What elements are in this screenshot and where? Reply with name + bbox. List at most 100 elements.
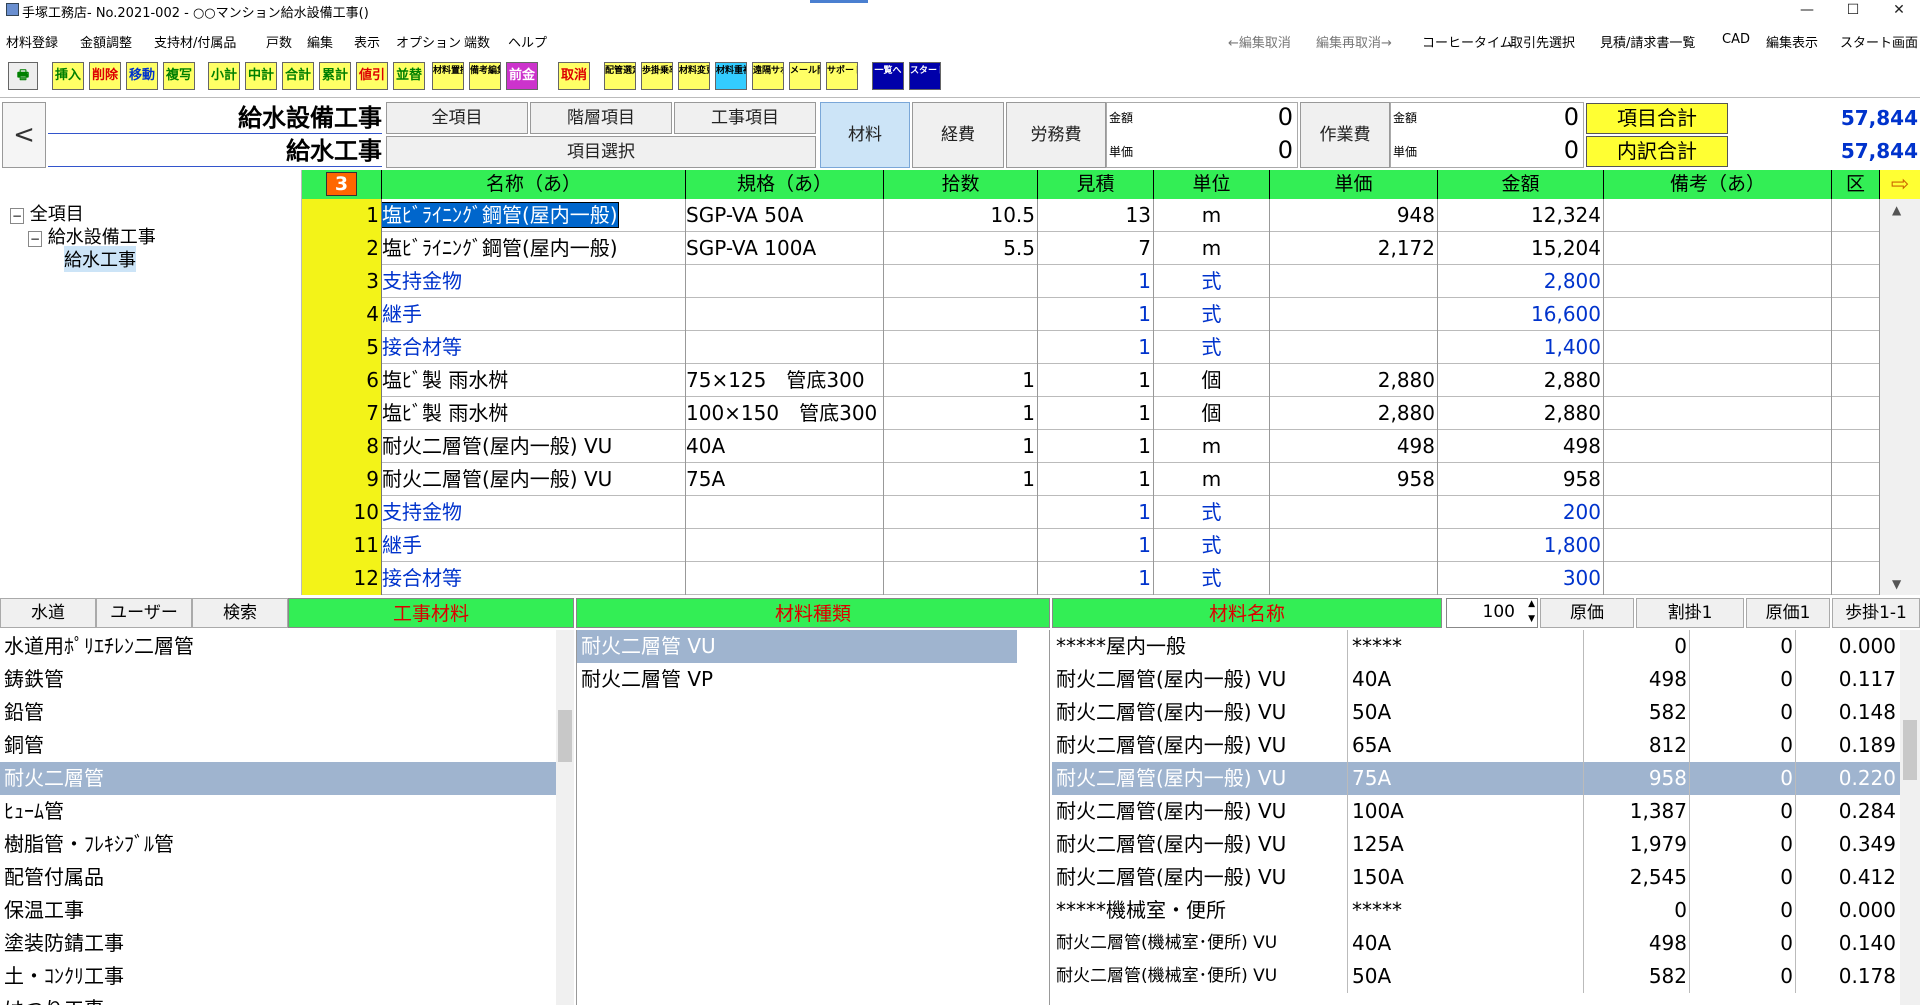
column-header[interactable]: 規格（あ） — [686, 170, 884, 199]
spinner-up-icon[interactable]: ▲ — [1528, 599, 1535, 609]
cell-unit[interactable]: m — [1154, 463, 1270, 496]
cell-name[interactable]: 塩ﾋﾞﾗｲﾆﾝｸﾞ鋼管(屋内一般) — [382, 199, 686, 232]
cell-kbn[interactable] — [1832, 364, 1880, 397]
cumulative-button[interactable]: 累計 — [319, 62, 351, 90]
cell-note[interactable] — [1604, 265, 1832, 298]
menu-item-right[interactable]: 見積/請求書一覧 — [1600, 32, 1695, 51]
total-button[interactable]: 合計 — [282, 62, 314, 90]
cell-kbn[interactable] — [1832, 298, 1880, 331]
table-row[interactable]: 8 耐火二層管(屋内一般) VU 40A 1 1 m 498 498 — [302, 430, 1880, 463]
cell-kbn[interactable] — [1832, 430, 1880, 463]
row-number[interactable]: 7 — [302, 397, 382, 430]
column-header[interactable]: 備考（あ） — [1604, 170, 1832, 199]
table-row[interactable]: 3 支持金物 1 式 2,800 — [302, 265, 1880, 298]
cell-unit[interactable]: m — [1154, 199, 1270, 232]
floor-items-button[interactable]: 階層項目 — [530, 102, 672, 134]
category-item[interactable]: 配管付属品 — [0, 861, 556, 894]
column-header[interactable]: 単位 — [1154, 170, 1270, 199]
note-edit-button[interactable]: 備考編集 — [469, 62, 501, 90]
cell-name[interactable]: 接合材等 — [382, 562, 686, 595]
cell-name[interactable]: 耐火二層管(屋内一般) VU — [382, 463, 686, 496]
cell-note[interactable] — [1604, 430, 1832, 463]
material-row[interactable]: 耐火二層管(屋内一般) VU 50A 582 0 0.148 — [1052, 696, 1900, 729]
tab-material[interactable]: 材料 — [820, 102, 910, 168]
category-item[interactable]: はつり工事 — [0, 993, 556, 1005]
close-button[interactable]: ✕ — [1876, 0, 1920, 20]
cell-price[interactable] — [1270, 562, 1438, 595]
table-row[interactable]: 4 継手 1 式 16,600 — [302, 298, 1880, 331]
menu-item[interactable]: 端数 — [464, 32, 490, 51]
table-row[interactable]: 11 継手 1 式 1,800 — [302, 529, 1880, 562]
material-row[interactable]: 耐火二層管(屋内一般) VU 40A 498 0 0.117 — [1052, 663, 1900, 696]
menu-item-right[interactable]: 編集再取消→ — [1316, 32, 1392, 51]
cell-est[interactable]: 1 — [1038, 265, 1154, 298]
maximize-button[interactable]: ☐ — [1830, 0, 1876, 20]
tab-expense[interactable]: 経費 — [912, 102, 1004, 168]
tab-search[interactable]: 検索 — [192, 598, 288, 628]
cell-note[interactable] — [1604, 331, 1832, 364]
cell-price[interactable]: 2,172 — [1270, 232, 1438, 265]
cell-spec[interactable]: SGP-VA 50A — [686, 199, 884, 232]
menu-item-right[interactable]: CAD — [1722, 32, 1750, 47]
col-cost1[interactable]: 原価1 — [1746, 598, 1830, 628]
cell-count[interactable]: 1 — [884, 463, 1038, 496]
category-item[interactable]: 塗装防錆工事 — [0, 927, 556, 960]
tree-leaf[interactable]: 給水工事 — [64, 246, 136, 272]
mail-contact-button[interactable]: メール問合せ — [789, 62, 821, 90]
category-item[interactable]: 樹脂管・ﾌﾚｷｼﾌﾞﾙ管 — [0, 828, 556, 861]
grid-corner-icon[interactable]: 3 — [302, 170, 382, 199]
material-change-button[interactable]: 材料変更 — [678, 62, 710, 90]
type-list[interactable]: 耐火二層管 VU 耐火二層管 VP — [576, 630, 1050, 1005]
cell-name[interactable]: 継手 — [382, 298, 686, 331]
cell-kbn[interactable] — [1832, 199, 1880, 232]
cell-est[interactable]: 1 — [1038, 496, 1154, 529]
menu-item-right[interactable]: スタート画面 — [1840, 32, 1918, 51]
row-number[interactable]: 2 — [302, 232, 382, 265]
collapse-icon[interactable]: − — [28, 231, 43, 247]
material-row[interactable]: 耐火二層管(屋内一般) VU 65A 812 0 0.189 — [1052, 729, 1900, 762]
cell-kbn[interactable] — [1832, 562, 1880, 595]
cell-note[interactable] — [1604, 397, 1832, 430]
cell-count[interactable]: 1 — [884, 430, 1038, 463]
column-header[interactable]: 見積 — [1038, 170, 1154, 199]
cell-price[interactable]: 2,880 — [1270, 397, 1438, 430]
table-row[interactable]: 1 塩ﾋﾞﾗｲﾆﾝｸﾞ鋼管(屋内一般) SGP-VA 50A 10.5 13 m 948 12… — [302, 199, 1880, 232]
row-number[interactable]: 5 — [302, 331, 382, 364]
category-item[interactable]: 鉛管 — [0, 696, 556, 729]
cell-count[interactable] — [884, 496, 1038, 529]
cell-price[interactable]: 948 — [1270, 199, 1438, 232]
category-item[interactable]: 鋳鉄管 — [0, 663, 556, 696]
category-item[interactable]: 土・ｺﾝｸﾘ工事 — [0, 960, 556, 993]
column-header[interactable]: 拾数 — [884, 170, 1038, 199]
column-header[interactable]: 名称（あ） — [382, 170, 686, 199]
support-site-button[interactable]: サポートサイト — [826, 62, 858, 90]
material-list[interactable]: *****屋内一般 ***** 0 0 0.000 耐火二層管(屋内一般) VU 40A 49… — [1052, 630, 1900, 1005]
cell-amount[interactable]: 2,880 — [1438, 364, 1604, 397]
column-header[interactable]: 単価 — [1270, 170, 1438, 199]
all-items-button[interactable]: 全項目 — [386, 102, 528, 134]
cell-unit[interactable]: 個 — [1154, 364, 1270, 397]
category-scrollbar[interactable] — [556, 630, 574, 1005]
cell-price[interactable]: 958 — [1270, 463, 1438, 496]
cell-count[interactable] — [884, 529, 1038, 562]
work-items-button[interactable]: 工事項目 — [674, 102, 816, 134]
cell-name[interactable]: 支持金物 — [382, 496, 686, 529]
cell-count[interactable] — [884, 265, 1038, 298]
prepay-button[interactable]: 前金 — [506, 62, 538, 90]
cell-spec[interactable]: 100×150 管底300 — [686, 397, 884, 430]
cell-amount[interactable]: 16,600 — [1438, 298, 1604, 331]
row-number[interactable]: 6 — [302, 364, 382, 397]
row-number[interactable]: 1 — [302, 199, 382, 232]
copy-button[interactable]: 複写 — [163, 62, 195, 90]
cell-amount[interactable]: 2,800 — [1438, 265, 1604, 298]
cell-unit[interactable]: 式 — [1154, 496, 1270, 529]
menu-item[interactable]: 材料登録 — [6, 32, 58, 51]
cell-est[interactable]: 1 — [1038, 364, 1154, 397]
cell-kbn[interactable] — [1832, 232, 1880, 265]
cell-spec[interactable]: 40A — [686, 430, 884, 463]
cell-unit[interactable]: 式 — [1154, 331, 1270, 364]
sort-button[interactable]: 並替 — [393, 62, 425, 90]
table-row[interactable]: 12 接合材等 1 式 300 — [302, 562, 1880, 595]
menu-item-right[interactable]: コーヒータイム — [1422, 32, 1513, 51]
cell-est[interactable]: 7 — [1038, 232, 1154, 265]
